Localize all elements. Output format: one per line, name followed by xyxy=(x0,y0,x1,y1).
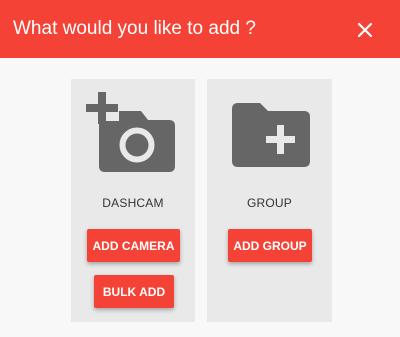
dashcam-option-card: DASHCAM ADD CAMERA BULK ADD xyxy=(71,79,195,322)
add-group-button[interactable]: ADD GROUP xyxy=(228,229,312,262)
group-label: GROUP xyxy=(246,196,292,210)
dashcam-label: DASHCAM xyxy=(102,196,164,210)
bulk-add-button[interactable]: BULK ADD xyxy=(94,275,174,308)
close-icon[interactable] xyxy=(354,19,376,41)
add-camera-icon xyxy=(85,92,177,177)
group-option-card: GROUP ADD GROUP xyxy=(207,79,332,322)
dialog-title: What would you like to add ? xyxy=(13,18,256,39)
dialog-header: What would you like to add ? xyxy=(0,0,400,58)
add-camera-button[interactable]: ADD CAMERA xyxy=(87,229,180,262)
add-dialog: What would you like to add ? DASHCAM ADD… xyxy=(0,0,400,337)
folder-add-icon xyxy=(232,103,310,172)
